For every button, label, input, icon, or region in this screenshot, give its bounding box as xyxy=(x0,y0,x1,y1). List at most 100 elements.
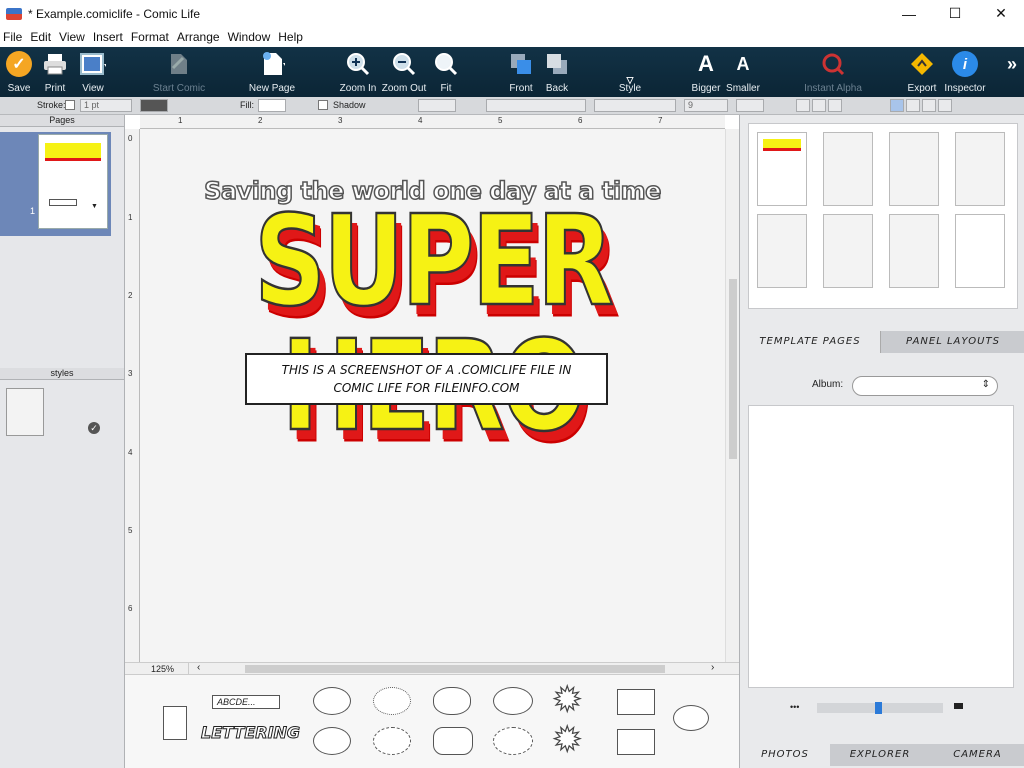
toolbar-overflow-button[interactable]: » xyxy=(1000,47,1024,97)
front-button[interactable]: Front xyxy=(504,47,538,97)
vertical-ruler: 0 1 2 3 4 5 6 xyxy=(125,129,140,662)
thought-balloon[interactable] xyxy=(433,687,471,715)
italic-button[interactable] xyxy=(812,99,826,112)
album-select[interactable]: ⇕ xyxy=(852,376,998,396)
style-button[interactable]: ▽ Style xyxy=(612,47,648,97)
smaller-button[interactable]: A Smaller xyxy=(724,47,762,97)
panel-element[interactable] xyxy=(163,706,187,740)
explorer-tab-label: EXPLORER xyxy=(849,749,911,760)
instant-alpha-icon xyxy=(820,51,846,77)
instant-alpha-button[interactable]: Instant Alpha xyxy=(800,47,866,97)
box-balloon[interactable] xyxy=(617,689,655,715)
caption-element[interactable]: ABCDE... xyxy=(212,695,280,709)
speech-balloon[interactable] xyxy=(313,687,351,715)
template-thumbnail[interactable] xyxy=(955,132,1005,206)
scroll-left-arrow[interactable]: ‹ xyxy=(197,662,200,673)
tab-photos[interactable]: PHOTOS xyxy=(740,744,830,766)
font-size-select[interactable]: 9 xyxy=(684,99,728,112)
connector-balloon[interactable] xyxy=(673,705,709,731)
photo-list[interactable] xyxy=(748,405,1014,688)
align-center-button[interactable] xyxy=(906,99,920,112)
print-button[interactable]: Print xyxy=(38,47,72,97)
stroke-checkbox[interactable] xyxy=(65,100,75,110)
view-button[interactable]: View xyxy=(74,47,112,97)
super-hero-logo[interactable]: SUPER HERO xyxy=(140,197,725,450)
menu-arrange[interactable]: Arrange xyxy=(174,30,225,44)
align-left-button[interactable] xyxy=(890,99,904,112)
lettering-element[interactable]: LETTERING xyxy=(200,723,300,743)
printer-icon xyxy=(42,51,68,77)
caption-box[interactable]: THIS IS A SCREENSHOT OF A .COMICLIFE FIL… xyxy=(245,353,608,405)
underline-button[interactable] xyxy=(828,99,842,112)
style-swatch[interactable] xyxy=(6,388,44,436)
template-thumbnail[interactable] xyxy=(757,132,807,206)
burst-balloon[interactable]: ✹ xyxy=(552,682,582,717)
stroke-color-well[interactable] xyxy=(140,99,168,112)
slider-knob[interactable] xyxy=(875,702,882,714)
template-thumbnail[interactable] xyxy=(757,214,807,288)
chevron-right-icon: » xyxy=(1006,53,1017,74)
menu-file[interactable]: File xyxy=(0,30,27,44)
font-family-select[interactable] xyxy=(486,99,586,112)
whisper-balloon[interactable] xyxy=(373,687,411,715)
tab-template-pages[interactable]: TEMPLATE PAGES xyxy=(740,331,880,353)
export-button[interactable]: Export xyxy=(902,47,942,97)
page-thumbnail[interactable]: ▼ xyxy=(38,134,108,229)
shadow-style-select[interactable] xyxy=(418,99,456,112)
back-button[interactable]: Back xyxy=(540,47,574,97)
template-thumbnail[interactable] xyxy=(823,132,873,206)
menu-window[interactable]: Window xyxy=(225,30,276,44)
vertical-scroll-thumb[interactable] xyxy=(729,279,737,459)
maximize-button[interactable]: ☐ xyxy=(932,0,978,27)
align-justify-button[interactable] xyxy=(938,99,952,112)
bigger-button[interactable]: A Bigger xyxy=(688,47,724,97)
menu-edit[interactable]: Edit xyxy=(27,30,56,44)
vertical-scrollbar[interactable] xyxy=(725,129,739,662)
align-right-button[interactable] xyxy=(922,99,936,112)
scroll-right-arrow[interactable]: › xyxy=(711,662,714,673)
zoom-in-button[interactable]: Zoom In xyxy=(336,47,380,97)
rounded-balloon[interactable] xyxy=(433,727,473,755)
new-page-icon xyxy=(259,51,285,77)
font-style-select[interactable] xyxy=(594,99,676,112)
oval-balloon[interactable] xyxy=(493,687,533,715)
album-label: Album: xyxy=(812,379,844,390)
stroke-width-select[interactable]: 1 pt xyxy=(80,99,132,112)
fill-color-well[interactable] xyxy=(258,99,286,112)
page-number: 1 xyxy=(30,206,36,216)
template-thumbnail[interactable] xyxy=(955,214,1005,288)
bold-button[interactable] xyxy=(796,99,810,112)
close-button[interactable]: ✕ xyxy=(978,0,1024,27)
new-page-button[interactable]: New Page xyxy=(244,47,300,97)
template-thumbnail[interactable] xyxy=(823,214,873,288)
template-thumbnail[interactable] xyxy=(889,214,939,288)
ruler-mark: 2 xyxy=(128,291,133,300)
shadow-checkbox[interactable] xyxy=(318,100,328,110)
menu-format[interactable]: Format xyxy=(128,30,174,44)
menu-insert[interactable]: Insert xyxy=(90,30,128,44)
menu-help[interactable]: Help xyxy=(275,30,308,44)
fit-button[interactable]: Fit xyxy=(432,47,460,97)
app-icon xyxy=(6,7,22,20)
tab-explorer[interactable]: EXPLORER xyxy=(830,744,930,766)
ruler-mark: 1 xyxy=(178,116,183,125)
tab-camera[interactable]: CAMERA xyxy=(930,744,1024,766)
horizontal-scroll-thumb[interactable] xyxy=(245,665,665,673)
zoom-out-button[interactable]: Zoom Out xyxy=(380,47,428,97)
burst-balloon-alt[interactable]: ✹ xyxy=(552,722,582,757)
menu-view[interactable]: View xyxy=(56,30,90,44)
speech-balloon-alt[interactable] xyxy=(313,727,351,755)
template-thumbnail[interactable] xyxy=(889,132,939,206)
whisper-balloon-alt[interactable] xyxy=(373,727,411,755)
save-button[interactable]: ✓ Save xyxy=(2,47,36,97)
thumbnail-menu-icon[interactable]: ▼ xyxy=(91,203,98,210)
inspector-button[interactable]: i Inspector xyxy=(942,47,988,97)
minimize-button[interactable]: — xyxy=(886,0,932,27)
text-color-well[interactable] xyxy=(736,99,764,112)
thumbnail-size-slider[interactable] xyxy=(817,702,943,714)
start-comic-button[interactable]: Start Comic xyxy=(148,47,210,97)
tab-panel-layouts[interactable]: PANEL LAYOUTS xyxy=(880,331,1024,353)
box-balloon-alt[interactable] xyxy=(617,729,655,755)
fuzzy-balloon[interactable] xyxy=(493,727,533,755)
comic-page[interactable]: Saving the world one day at a time SUPER… xyxy=(140,129,725,662)
